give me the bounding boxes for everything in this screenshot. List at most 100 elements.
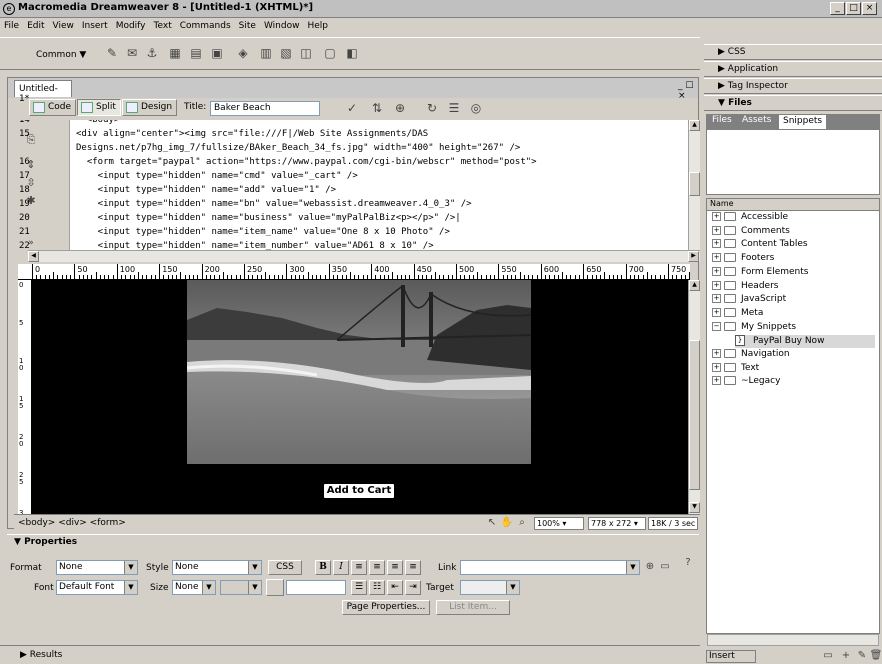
minimize-button[interactable]: _ — [830, 2, 845, 15]
window-size-select[interactable]: 778 x 272 ▾ — [588, 517, 646, 530]
unordered-list-icon[interactable]: ☰ — [351, 580, 367, 595]
design-vertical-scrollbar[interactable]: ▲ ▼ — [688, 280, 700, 514]
menu-item-window[interactable]: Window — [260, 19, 304, 31]
server-include-icon[interactable]: ▧ — [278, 45, 294, 61]
properties-header[interactable]: ▼ Properties — [14, 537, 77, 547]
name-column-header[interactable]: Name — [707, 199, 879, 211]
delete-icon[interactable]: 🗑 — [868, 648, 882, 664]
snippet-folder[interactable]: + Text — [712, 362, 759, 376]
menu-item-file[interactable]: File — [0, 19, 23, 31]
menu-item-edit[interactable]: Edit — [23, 19, 48, 31]
div-icon[interactable]: ▤ — [188, 45, 204, 61]
menu-item-view[interactable]: View — [49, 19, 78, 31]
ordered-list-icon[interactable]: ☷ — [369, 580, 385, 595]
results-panel-header[interactable]: ▶ Results — [0, 645, 700, 664]
expand-icon[interactable]: + — [712, 266, 721, 276]
close-button[interactable]: × — [862, 2, 877, 15]
new-folder-icon[interactable]: ▭ — [820, 648, 836, 664]
zoom-tool-icon[interactable]: ⌕ — [514, 515, 530, 531]
tab-snippets[interactable]: Snippets — [778, 114, 828, 129]
style-select[interactable]: None ▼ — [172, 560, 262, 575]
visual-aids-icon[interactable]: ◎ — [468, 100, 484, 116]
expand-icon[interactable]: + — [712, 225, 721, 235]
snippet-folder[interactable]: + Content Tables — [712, 239, 808, 252]
size-unit-select[interactable]: ▼ — [220, 580, 262, 595]
italic-button[interactable]: I — [333, 560, 349, 575]
split-view-button[interactable]: Split — [77, 99, 121, 116]
menu-item-site[interactable]: Site — [235, 19, 260, 31]
tab-assets[interactable]: Assets — [738, 114, 775, 129]
expand-icon[interactable]: + — [712, 307, 721, 317]
view-options-icon[interactable]: ☰ — [446, 100, 462, 116]
expand-icon[interactable]: + — [712, 376, 721, 386]
snippet-item[interactable]: } PayPal Buy Now — [735, 335, 875, 349]
menu-item-modify[interactable]: Modify — [112, 19, 150, 31]
snippet-folder[interactable]: + Footers — [712, 253, 774, 266]
code-view-button[interactable]: Code — [29, 99, 77, 116]
expand-icon[interactable]: + — [712, 239, 721, 249]
menu-item-help[interactable]: Help — [303, 19, 332, 31]
document-tab[interactable]: Untitled-1* — [14, 80, 72, 104]
format-select[interactable]: None ▼ — [56, 560, 138, 575]
new-snippet-icon[interactable]: + — [838, 648, 854, 664]
outdent-icon[interactable]: ⇤ — [387, 580, 403, 595]
snippet-folder[interactable]: + ~Legacy — [712, 376, 780, 389]
hand-tool-icon[interactable]: ✋ — [499, 515, 515, 531]
code-horizontal-scrollbar[interactable]: ◀ ▶ — [28, 250, 700, 262]
comment-icon[interactable]: ◫ — [298, 45, 314, 61]
hyperlink-icon[interactable]: ✎ — [104, 45, 120, 61]
help-icon[interactable]: ? — [680, 555, 696, 571]
media-icon[interactable]: ◈ — [235, 45, 251, 61]
snippet-folder[interactable]: − My Snippets — [712, 321, 796, 335]
justify-icon[interactable]: ≡ — [405, 560, 421, 575]
css-button[interactable]: CSS — [268, 560, 302, 575]
refresh-icon[interactable]: ↻ — [424, 100, 440, 116]
target-select[interactable]: ▼ — [460, 580, 520, 595]
snippet-folder[interactable]: + Meta — [712, 307, 763, 321]
baker-beach-image[interactable] — [187, 280, 531, 464]
zoom-select[interactable]: 100% ▾ — [534, 517, 584, 530]
table-icon[interactable]: ▦ — [167, 45, 183, 61]
tag-chooser-icon[interactable]: ◧ — [344, 45, 360, 61]
indent-icon[interactable]: ⇥ — [405, 580, 421, 595]
menu-item-commands[interactable]: Commands — [176, 19, 235, 31]
align-center-icon[interactable]: ≡ — [369, 560, 385, 575]
image-icon[interactable]: ▣ — [209, 45, 225, 61]
text-color-picker[interactable] — [266, 579, 284, 596]
code-vertical-scrollbar[interactable]: ▲ — [688, 120, 700, 250]
collapse-icon[interactable]: − — [712, 321, 721, 331]
file-management-icon[interactable]: ⇅ — [369, 100, 385, 116]
expand-icon[interactable]: + — [712, 212, 721, 221]
design-view-button[interactable]: Design — [122, 99, 178, 116]
templates-icon[interactable]: ▢ — [322, 45, 338, 61]
expand-icon[interactable]: + — [712, 362, 721, 372]
expand-icon[interactable]: + — [712, 349, 721, 358]
expand-icon[interactable]: + — [712, 280, 721, 290]
insert-category-select[interactable]: Common ▼ — [36, 50, 86, 60]
add-to-cart-button[interactable]: Add to Cart — [323, 483, 395, 499]
date-icon[interactable]: ▥ — [258, 45, 274, 61]
code-editor[interactable]: <body> <div align="center"><img src="file… — [70, 120, 688, 250]
expand-icon[interactable]: + — [712, 294, 721, 304]
snippet-folder[interactable]: + Accessible — [712, 212, 788, 225]
snippet-folder[interactable]: + Comments — [712, 225, 790, 239]
align-left-icon[interactable]: ≡ — [351, 560, 367, 575]
bold-button[interactable]: B — [315, 560, 331, 575]
snippet-folder[interactable]: + Navigation — [712, 349, 790, 362]
page-properties-button[interactable]: Page Properties... — [342, 600, 430, 615]
email-link-icon[interactable]: ✉ — [124, 45, 140, 61]
menu-item-insert[interactable]: Insert — [78, 19, 112, 31]
select-tool-icon[interactable]: ↖ — [484, 515, 500, 531]
tag-inspector-panel-header[interactable]: ▶ Tag Inspector — [704, 78, 882, 94]
menu-item-text[interactable]: Text — [150, 19, 176, 31]
snippet-folder[interactable]: + Form Elements — [712, 266, 808, 280]
text-color-input[interactable] — [286, 580, 346, 595]
document-title-input[interactable]: Baker Beach — [210, 101, 320, 116]
preview-browser-icon[interactable]: ⊕ — [392, 100, 408, 116]
align-right-icon[interactable]: ≡ — [387, 560, 403, 575]
link-input[interactable]: ▼ — [460, 560, 640, 575]
snippet-folder[interactable]: + Headers — [712, 280, 778, 294]
insert-snippet-button[interactable]: Insert — [706, 650, 756, 663]
size-select[interactable]: None ▼ — [172, 580, 216, 595]
snippet-folder[interactable]: + JavaScript — [712, 294, 786, 307]
